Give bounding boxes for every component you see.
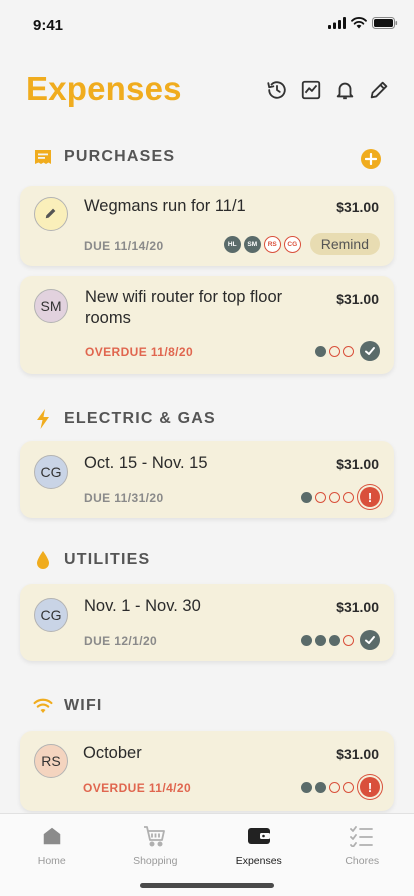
expense-card[interactable]: RS October $31.00 OVERDUE 11/4/20 !	[20, 731, 394, 811]
expense-title: New wifi router for top floor rooms	[85, 288, 283, 327]
payment-dot-unpaid	[343, 781, 354, 793]
expense-title: October	[83, 744, 142, 762]
due-date: OVERDUE 11/8/20	[85, 345, 194, 359]
payment-status	[301, 630, 380, 650]
section-label: ELECTRIC & GAS	[64, 410, 216, 427]
section-electric-gas: ELECTRIC & GAS	[32, 409, 216, 429]
avatar: CG	[34, 598, 68, 632]
avatar: SM	[34, 289, 68, 323]
check-icon	[360, 341, 380, 361]
expense-amount: $31.00	[336, 599, 379, 615]
tab-chores[interactable]: Chores	[311, 814, 414, 896]
participant-avatar: HL	[223, 235, 241, 253]
payment-dot-paid	[301, 491, 312, 503]
due-date: DUE 11/31/20	[84, 491, 164, 505]
status-time: 9:41	[33, 17, 64, 34]
expense-card[interactable]: Wegmans run for 11/1 $31.00 DUE 11/14/20…	[20, 186, 394, 266]
section-label: WIFI	[64, 697, 103, 714]
payment-status: !	[301, 777, 380, 797]
status-icons	[328, 16, 398, 34]
signal-icon	[328, 16, 346, 34]
expense-card[interactable]: CG Oct. 15 - Nov. 15 $31.00 DUE 11/31/20…	[20, 441, 394, 518]
payment-dot-paid	[315, 634, 326, 646]
wallet-icon	[247, 824, 271, 848]
check-icon	[360, 630, 380, 650]
expense-card[interactable]: CG Nov. 1 - Nov. 30 $31.00 DUE 12/1/20	[20, 584, 394, 661]
expense-card[interactable]: SM New wifi router for top floor rooms $…	[20, 276, 394, 374]
section-wifi: WIFI	[32, 697, 103, 715]
participant-avatar: RS	[263, 235, 281, 253]
status-bar: 9:41	[0, 0, 414, 48]
tab-label: Shopping	[133, 855, 178, 867]
section-label: UTILITIES	[64, 551, 151, 568]
payment-dot-unpaid	[329, 345, 340, 357]
water-drop-icon	[32, 550, 54, 570]
participant-avatar: SM	[243, 235, 261, 253]
section-utilities: UTILITIES	[32, 550, 150, 570]
expense-amount: $31.00	[336, 456, 379, 472]
battery-icon	[372, 16, 398, 34]
payment-dot-paid	[329, 634, 340, 646]
payment-dot-unpaid	[329, 781, 340, 793]
payment-dot-paid	[315, 781, 326, 793]
add-purchase-button[interactable]	[361, 149, 381, 169]
receipt-icon	[32, 147, 54, 167]
avatar: CG	[34, 455, 68, 489]
participant-avatar: CG	[283, 235, 301, 253]
expense-title: Wegmans run for 11/1	[84, 197, 246, 215]
alert-icon: !	[360, 487, 380, 507]
tab-label: Expenses	[235, 855, 282, 867]
payment-dot-paid	[315, 345, 326, 357]
payment-dot-unpaid	[343, 634, 354, 646]
section-label: PURCHASES	[64, 148, 176, 165]
home-icon	[41, 824, 63, 848]
tab-label: Chores	[345, 855, 380, 867]
payment-status: !	[301, 487, 380, 507]
payment-status	[315, 341, 380, 361]
expense-title: Nov. 1 - Nov. 30	[84, 597, 201, 615]
home-indicator	[140, 883, 274, 888]
avatar	[34, 197, 68, 231]
lightning-icon	[32, 409, 54, 429]
expense-title: Oct. 15 - Nov. 15	[84, 454, 208, 472]
payment-dot-unpaid	[343, 491, 354, 503]
expense-amount: $31.00	[336, 746, 379, 762]
payment-dot-unpaid	[343, 345, 354, 357]
payment-dot-unpaid	[315, 491, 326, 503]
checklist-icon	[350, 824, 374, 848]
payment-dot-paid	[301, 781, 312, 793]
remind-button[interactable]: Remind	[309, 233, 380, 255]
alert-icon: !	[360, 777, 380, 797]
due-date: OVERDUE 11/4/20	[83, 781, 192, 795]
cart-icon	[143, 824, 167, 848]
chart-icon[interactable]	[300, 77, 322, 103]
history-icon[interactable]	[266, 77, 288, 103]
expense-amount: $31.00	[336, 291, 379, 307]
pencil-icon	[44, 206, 58, 223]
avatar: RS	[34, 744, 68, 778]
wifi-icon	[32, 698, 54, 714]
due-date: DUE 12/1/20	[84, 634, 158, 648]
pencil-icon[interactable]	[368, 77, 390, 103]
section-purchases: PURCHASES	[32, 147, 175, 167]
page-title: Expenses	[26, 70, 182, 107]
participant-status: HL SM RS CG Remind	[223, 233, 380, 255]
tab-label: Home	[37, 855, 66, 867]
expense-amount: $31.00	[336, 199, 379, 215]
bell-icon[interactable]	[334, 77, 356, 103]
wifi-status-icon	[351, 16, 367, 34]
payment-dot-unpaid	[329, 491, 340, 503]
tab-home[interactable]: Home	[0, 814, 104, 896]
header-actions	[266, 77, 390, 103]
due-date: DUE 11/14/20	[84, 239, 164, 253]
payment-dot-paid	[301, 634, 312, 646]
